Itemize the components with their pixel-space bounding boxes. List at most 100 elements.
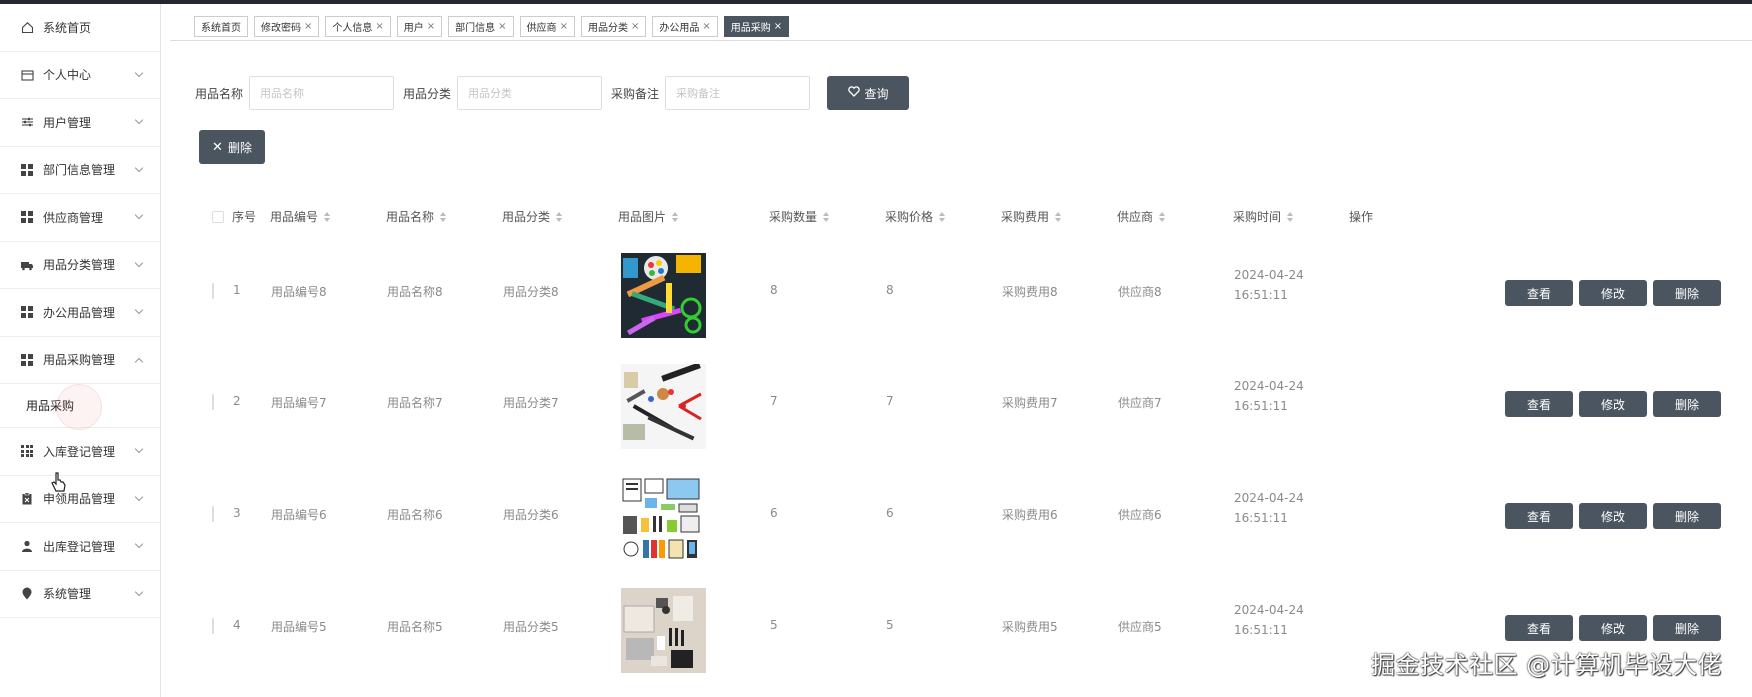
- tab[interactable]: 用品分类 ×: [580, 16, 647, 37]
- tab-label: 用品分类: [587, 23, 628, 34]
- edit-button[interactable]: 修改: [1579, 280, 1647, 306]
- row-checkbox[interactable]: [212, 394, 214, 410]
- delete-button[interactable]: 删除: [1653, 391, 1721, 417]
- sidebar-subitem[interactable]: 用品采购: [0, 384, 160, 430]
- column-header-label: 用品编号: [270, 210, 319, 224]
- sort-icon[interactable]: [440, 211, 447, 222]
- tab-label: 用品采购: [730, 23, 771, 34]
- tab-close-icon[interactable]: ×: [702, 21, 710, 32]
- cell-supplier: 供应商7: [1118, 396, 1162, 410]
- view-button[interactable]: 查看: [1505, 391, 1573, 417]
- tab[interactable]: 办公用品 ×: [652, 16, 718, 37]
- table-row: 1 用品编号8 用品名称8 用品分类8 8 8 采购费用8 供应商8 2024-04-24 16…: [195, 235, 1752, 347]
- cell-supplier: 供应商6: [1118, 508, 1162, 522]
- row-checkbox[interactable]: [212, 618, 214, 634]
- view-button[interactable]: 查看: [1505, 615, 1573, 641]
- delete-button[interactable]: 删除: [1653, 615, 1721, 641]
- column-header[interactable]: 用品分类: [502, 208, 563, 225]
- chevron-down-icon: [134, 587, 144, 596]
- sort-icon[interactable]: [556, 211, 563, 222]
- sort-icon[interactable]: [1055, 211, 1062, 222]
- view-button[interactable]: 查看: [1505, 503, 1573, 529]
- product-image: [621, 476, 706, 561]
- chevron-up-icon: [134, 357, 144, 366]
- chevron-down-icon: [134, 116, 144, 125]
- tab-close-icon[interactable]: ×: [375, 21, 383, 32]
- tab-close-icon[interactable]: ×: [560, 21, 568, 32]
- sort-icon[interactable]: [939, 211, 946, 222]
- tab-close-icon[interactable]: ×: [774, 21, 782, 32]
- tab-close-icon[interactable]: ×: [427, 21, 435, 32]
- sort-icon[interactable]: [1159, 211, 1166, 222]
- tab-label: 办公用品: [659, 23, 700, 34]
- sort-icon[interactable]: [1287, 211, 1294, 222]
- edit-button[interactable]: 修改: [1579, 503, 1647, 529]
- sidebar-item-label: 部门信息管理: [43, 163, 116, 178]
- sidebar-item[interactable]: 用品采购管理: [0, 337, 160, 384]
- edit-button[interactable]: 修改: [1579, 615, 1647, 641]
- tab[interactable]: 部门信息 ×: [448, 16, 514, 37]
- batch-delete-button[interactable]: ✕ 删除: [199, 130, 265, 164]
- truck-icon: [20, 258, 34, 272]
- column-header[interactable]: 用品名称: [386, 208, 447, 225]
- query-button[interactable]: 查询: [827, 76, 910, 110]
- user-icon: [20, 539, 34, 553]
- table-row: 2 用品编号7 用品名称7 用品分类7 7 7 采购费用7 供应商7 2024-04-24 16…: [195, 346, 1752, 458]
- sidebar-item[interactable]: 个人中心: [0, 52, 160, 99]
- sidebar-item[interactable]: 办公用品管理: [0, 289, 160, 337]
- cell-price: 8: [886, 283, 894, 297]
- edit-button[interactable]: 修改: [1579, 391, 1647, 417]
- sidebar-item[interactable]: 申领用品管理: [0, 476, 160, 523]
- tab-label: 系统首页: [201, 23, 241, 34]
- sidebar-item[interactable]: 系统管理: [0, 571, 160, 618]
- delete-button[interactable]: 删除: [1653, 503, 1721, 529]
- delete-button[interactable]: 删除: [1653, 280, 1721, 306]
- remark-search-input[interactable]: [665, 76, 811, 110]
- sidebar-item[interactable]: 部门信息管理: [0, 147, 160, 194]
- tab[interactable]: 修改密码 ×: [254, 16, 320, 37]
- sidebar-item-label: 用品分类管理: [43, 258, 116, 273]
- cell-cost: 采购费用8: [1002, 285, 1058, 299]
- table-header: 序号 用品编号 用品名称 用品分类 用品图片 采购数量 采购价格 采购费用 供应商 采购时间 操作: [195, 200, 1752, 234]
- column-header[interactable]: 采购价格: [885, 208, 946, 225]
- product-image: [621, 364, 706, 449]
- row-checkbox[interactable]: [212, 283, 214, 299]
- tab[interactable]: 系统首页: [194, 16, 248, 37]
- cell-name: 用品名称7: [387, 396, 443, 410]
- cell-cost: 采购费用7: [1002, 396, 1058, 410]
- heart-icon: [847, 86, 860, 100]
- tab-close-icon[interactable]: ×: [498, 21, 506, 32]
- chevron-down-icon: [134, 306, 144, 315]
- chevron-down-icon: [134, 492, 144, 501]
- tab[interactable]: 用户 ×: [396, 16, 443, 37]
- sidebar-item[interactable]: 用户管理: [0, 99, 160, 147]
- sort-icon[interactable]: [672, 211, 679, 222]
- row-checkbox[interactable]: [212, 506, 214, 522]
- name-search-input[interactable]: [249, 76, 395, 110]
- tab-close-icon[interactable]: ×: [304, 21, 312, 32]
- sort-icon[interactable]: [823, 211, 830, 222]
- sidebar-item[interactable]: 用品分类管理: [0, 242, 160, 289]
- tab[interactable]: 供应商 ×: [519, 16, 575, 37]
- select-all-checkbox[interactable]: [212, 211, 224, 223]
- column-header[interactable]: 采购时间: [1233, 208, 1294, 225]
- tab[interactable]: 个人信息 ×: [325, 16, 391, 37]
- sort-icon[interactable]: [324, 211, 331, 222]
- cell-cost: 采购费用6: [1002, 508, 1058, 522]
- sidebar-item[interactable]: 供应商管理: [0, 194, 160, 242]
- column-header[interactable]: 用品编号: [270, 208, 331, 225]
- column-header[interactable]: 用品图片: [618, 208, 679, 225]
- column-header[interactable]: 采购数量: [769, 208, 830, 225]
- tab[interactable]: 用品采购 ×: [723, 16, 790, 37]
- grid-icon: [20, 305, 34, 319]
- column-header[interactable]: 供应商: [1117, 208, 1166, 225]
- category-search-input[interactable]: [457, 76, 603, 110]
- view-button[interactable]: 查看: [1505, 280, 1573, 306]
- sidebar-item[interactable]: 入库登记管理: [0, 428, 160, 476]
- chevron-down-icon: [134, 445, 144, 454]
- cell-name: 用品名称6: [387, 508, 443, 522]
- sidebar-item[interactable]: 出库登记管理: [0, 523, 160, 571]
- tab-close-icon[interactable]: ×: [631, 21, 639, 32]
- column-header[interactable]: 采购费用: [1001, 208, 1062, 225]
- sidebar-item[interactable]: 系统首页: [0, 4, 160, 52]
